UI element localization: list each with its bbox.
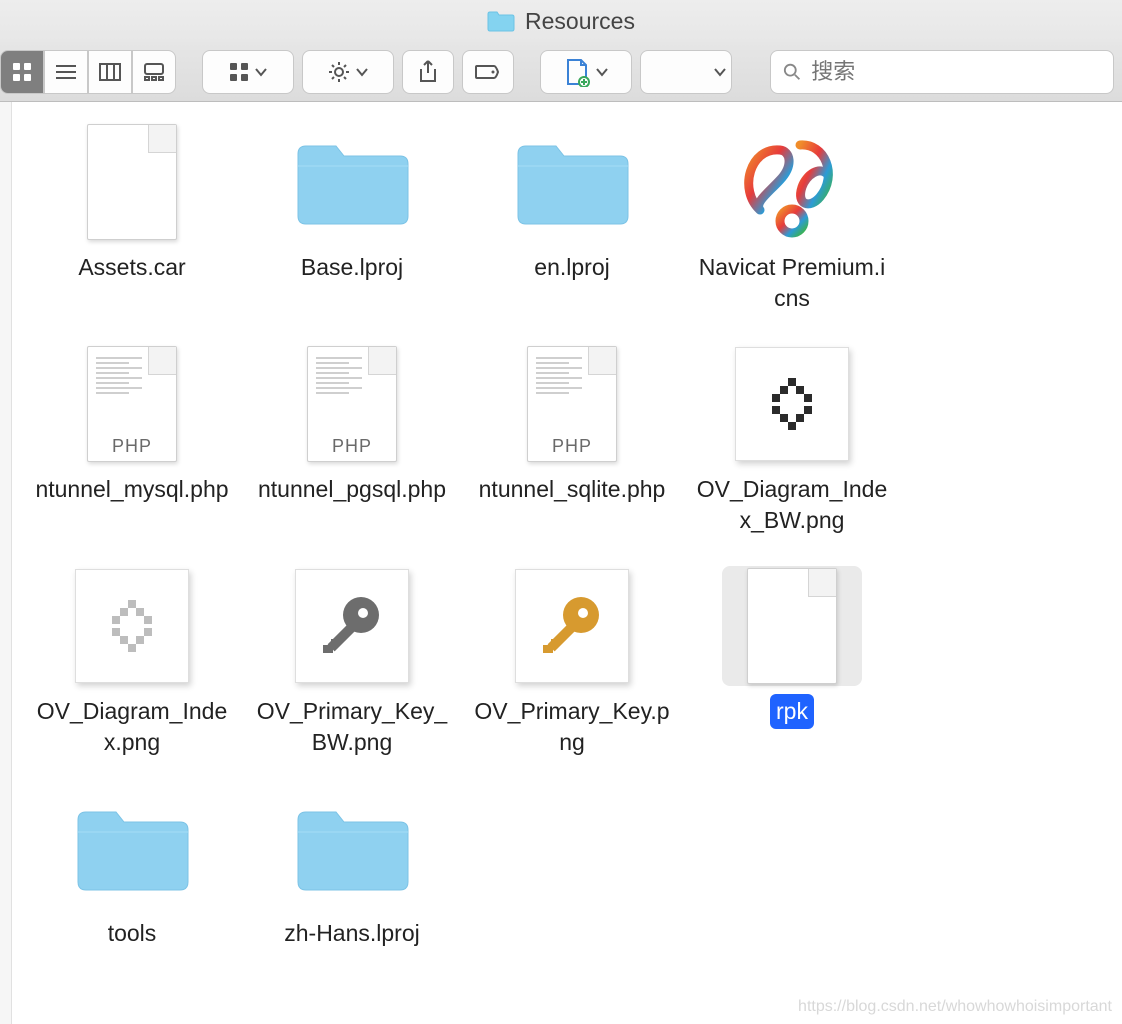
gallery-icon [141, 62, 167, 82]
gear-icon [327, 60, 351, 84]
file-item[interactable]: Assets.car [22, 122, 242, 316]
file-label: tools [102, 916, 163, 951]
share-button[interactable] [402, 50, 454, 94]
file-label: OV_Primary_Key_BW.png [247, 694, 457, 760]
file-grid-area[interactable]: Assets.car Base.lproj en.lproj Navicat P… [12, 102, 1122, 1024]
search-box[interactable] [770, 50, 1114, 94]
file-label: OV_Diagram_Index.png [27, 694, 237, 760]
toolbar [0, 42, 1122, 102]
file-icon [282, 122, 422, 242]
new-doc-dropdown[interactable] [540, 50, 632, 94]
file-item[interactable]: OV_Primary_Key.png [462, 566, 682, 760]
file-icon: PHP [62, 344, 202, 464]
file-icon [282, 788, 422, 908]
file-icon [62, 788, 202, 908]
file-icon: PHP [282, 344, 422, 464]
sidebar-handle[interactable] [0, 102, 12, 1024]
search-icon [783, 62, 801, 82]
file-label: Assets.car [72, 250, 191, 285]
file-icon [502, 566, 642, 686]
group-dropdown[interactable] [202, 50, 294, 94]
search-input[interactable] [811, 59, 1101, 85]
file-item[interactable]: rpk [682, 566, 902, 760]
empty-dropdown[interactable] [640, 50, 732, 94]
columns-icon [98, 62, 122, 82]
file-label: rpk [770, 694, 814, 729]
chevron-down-icon [595, 67, 609, 77]
watermark: https://blog.csdn.net/whowhowhoisimporta… [798, 998, 1112, 1016]
gallery-view-button[interactable] [132, 50, 176, 94]
file-label: ntunnel_sqlite.php [473, 472, 672, 507]
content-area: Assets.car Base.lproj en.lproj Navicat P… [0, 102, 1122, 1024]
icon-view-button[interactable] [0, 50, 44, 94]
tag-icon [474, 62, 502, 82]
file-icon [722, 566, 862, 686]
file-label: Base.lproj [295, 250, 409, 285]
file-item[interactable]: OV_Diagram_Index.png [22, 566, 242, 760]
file-icon: PHP [502, 344, 642, 464]
titlebar: Resources [0, 0, 1122, 42]
list-icon [54, 62, 78, 82]
file-label: OV_Diagram_Index_BW.png [687, 472, 897, 538]
file-label: OV_Primary_Key.png [467, 694, 677, 760]
chevron-down-icon [355, 67, 369, 77]
new-document-icon [563, 57, 591, 87]
file-item[interactable]: zh-Hans.lproj [242, 788, 462, 951]
view-switcher [0, 50, 176, 94]
window-title: Resources [525, 8, 635, 35]
file-icon [62, 122, 202, 242]
folder-icon [487, 10, 515, 32]
file-label: Navicat Premium.icns [687, 250, 897, 316]
action-dropdown[interactable] [302, 50, 394, 94]
file-item[interactable]: OV_Diagram_Index_BW.png [682, 344, 902, 538]
file-icon [722, 344, 862, 464]
file-label: ntunnel_mysql.php [29, 472, 234, 507]
grid-icon [11, 61, 33, 83]
file-label: zh-Hans.lproj [278, 916, 426, 951]
file-icon [722, 122, 862, 242]
file-label: en.lproj [528, 250, 615, 285]
file-icon [282, 566, 422, 686]
file-icon [62, 566, 202, 686]
file-item[interactable]: PHP ntunnel_pgsql.php [242, 344, 462, 538]
file-icon [502, 122, 642, 242]
grid-icon [228, 61, 250, 83]
file-item[interactable]: PHP ntunnel_mysql.php [22, 344, 242, 538]
chevron-down-icon [254, 67, 268, 77]
file-item[interactable]: en.lproj [462, 122, 682, 316]
file-grid: Assets.car Base.lproj en.lproj Navicat P… [22, 122, 1112, 979]
tags-button[interactable] [462, 50, 514, 94]
chevron-down-icon [713, 67, 727, 77]
file-item[interactable]: PHP ntunnel_sqlite.php [462, 344, 682, 538]
list-view-button[interactable] [44, 50, 88, 94]
file-label: ntunnel_pgsql.php [252, 472, 452, 507]
file-item[interactable]: Base.lproj [242, 122, 462, 316]
share-icon [417, 59, 439, 85]
file-item[interactable]: Navicat Premium.icns [682, 122, 902, 316]
file-item[interactable]: tools [22, 788, 242, 951]
file-item[interactable]: OV_Primary_Key_BW.png [242, 566, 462, 760]
column-view-button[interactable] [88, 50, 132, 94]
